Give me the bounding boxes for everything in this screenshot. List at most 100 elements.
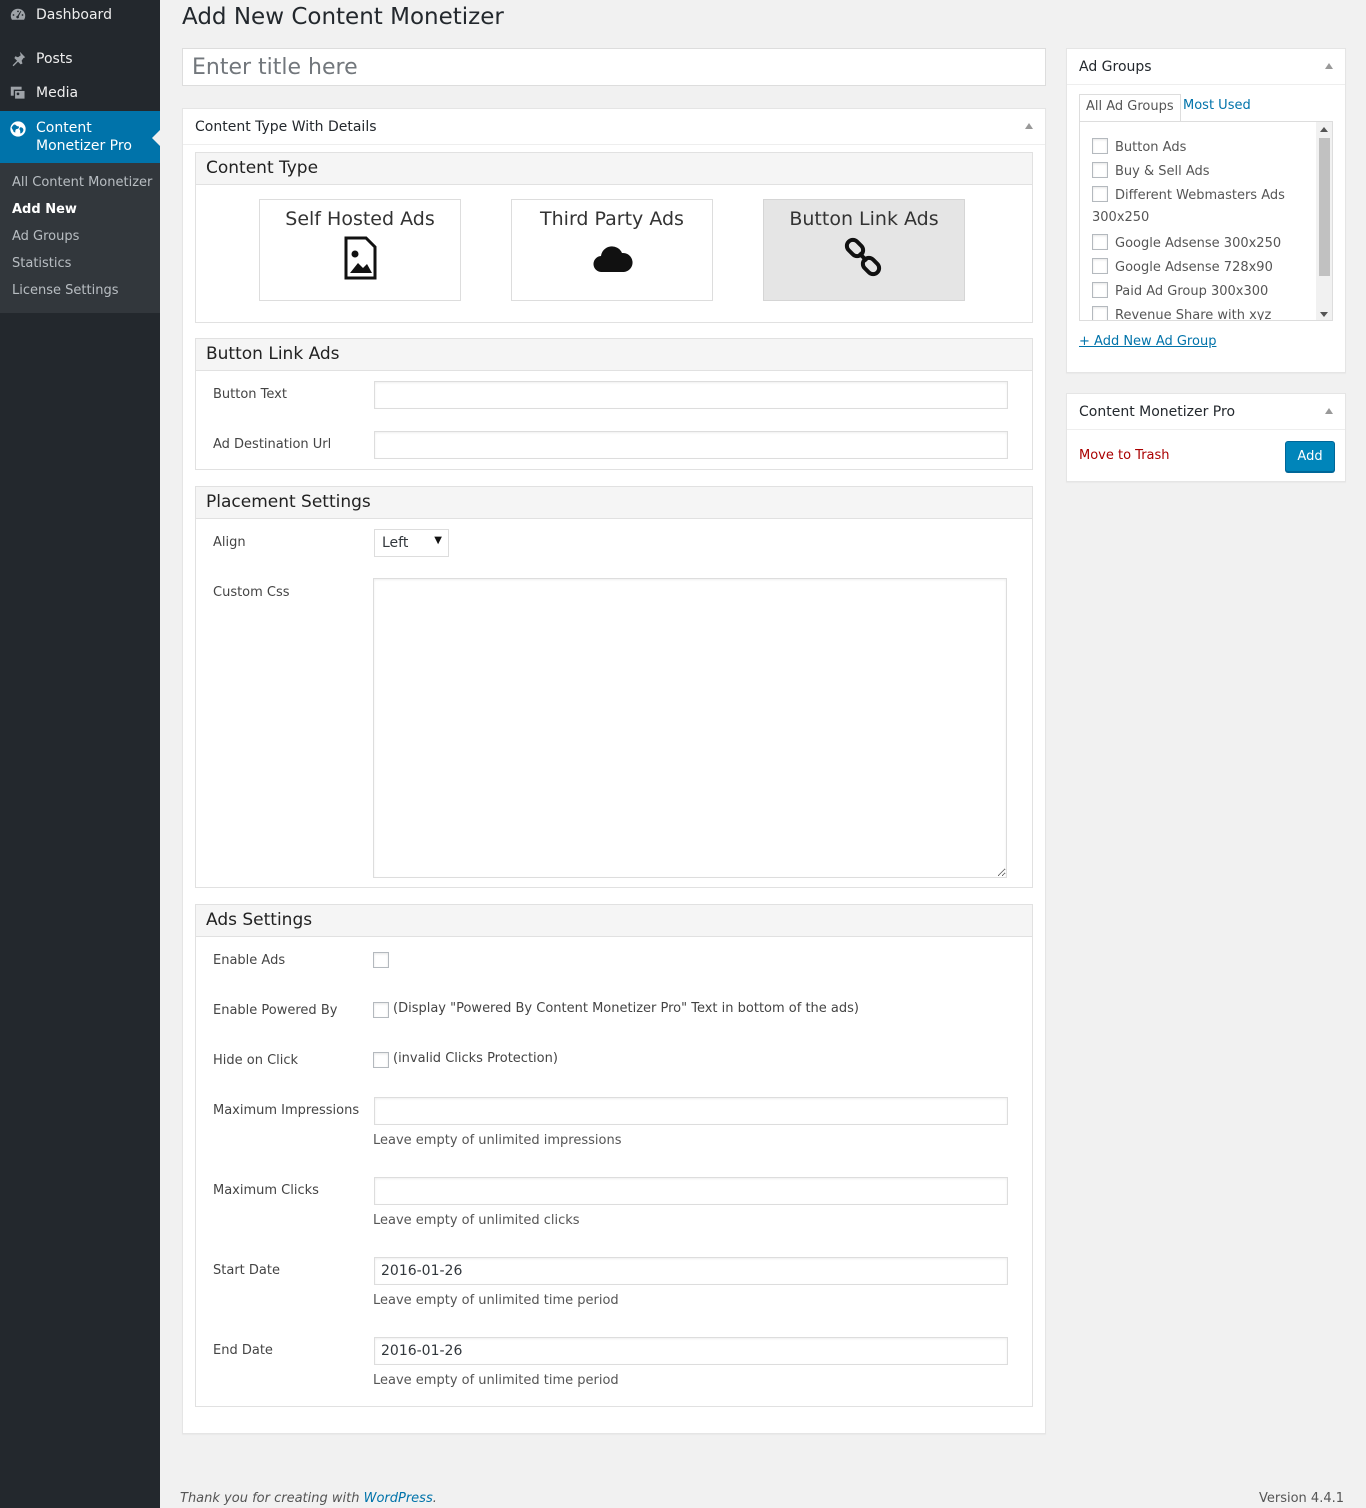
footer-version: Version 4.4.1 [1258, 1491, 1344, 1506]
end-date-label: End Date [213, 1343, 273, 1358]
enable-ads-checkbox[interactable] [373, 952, 389, 968]
menu-item-dashboard[interactable]: Dashboard [0, 0, 160, 32]
postbox-header[interactable]: Content Type With Details [183, 109, 1045, 145]
start-date-input[interactable] [374, 1257, 1008, 1285]
ad-group-checkbox[interactable] [1092, 186, 1108, 202]
ad-group-item[interactable]: Paid Ad Group 300x300 [1092, 282, 1268, 299]
wordpress-link[interactable]: WordPress [364, 1491, 433, 1506]
hide-on-click-label: Hide on Click [213, 1053, 299, 1068]
collapse-toggle-icon[interactable] [1325, 63, 1333, 69]
content-type-label: Self Hosted Ads [285, 208, 435, 230]
align-label: Align [213, 535, 246, 550]
submenu-item-ad-groups[interactable]: Ad Groups [0, 225, 160, 252]
end-date-input[interactable] [374, 1337, 1008, 1365]
menu-label: Posts [36, 51, 73, 67]
menu-label: Content Monetizer Pro [36, 120, 132, 154]
ad-group-label: Paid Ad Group 300x300 [1115, 284, 1269, 299]
postbox-header[interactable]: Content Monetizer Pro [1067, 394, 1345, 430]
ad-group-label: Google Adsense 728x90 [1115, 260, 1273, 275]
scroll-down-icon[interactable] [1320, 312, 1328, 317]
ad-group-checkbox[interactable] [1092, 282, 1108, 298]
ad-group-checkbox[interactable] [1092, 162, 1108, 178]
ad-group-item[interactable]: Different Webmasters Ads [1092, 186, 1285, 203]
menu-item-media[interactable]: Media [0, 76, 160, 110]
max-clicks-input[interactable] [374, 1177, 1008, 1205]
submenu-item-add-new[interactable]: Add New [0, 198, 160, 225]
max-clicks-label: Maximum Clicks [213, 1183, 319, 1198]
section-heading: Button Link Ads [196, 339, 1032, 371]
cloud-icon [593, 246, 633, 273]
enable-ads-label: Enable Ads [213, 953, 286, 968]
submenu-item-statistics[interactable]: Statistics [0, 252, 160, 279]
scroll-thumb[interactable] [1319, 138, 1330, 276]
content-type-section: Content Type Self Hosted Ads Third Party… [195, 152, 1033, 323]
content-type-postbox: Content Type With Details Content Type S… [182, 108, 1046, 1434]
title-input[interactable] [182, 48, 1046, 86]
ad-group-item[interactable]: Google Adsense 300x250 [1092, 234, 1281, 251]
destination-url-input[interactable] [374, 431, 1008, 459]
enable-powered-checkbox[interactable] [373, 1002, 389, 1018]
submenu: All Content Monetizer Add New Ad Groups … [0, 163, 160, 313]
button-link-ads-section: Button Link Ads Button Text Ad Destinati… [195, 338, 1033, 470]
section-heading: Ads Settings [196, 905, 1032, 937]
pin-icon [8, 49, 28, 69]
add-new-ad-group-link[interactable]: + Add New Ad Group [1079, 334, 1216, 349]
collapse-toggle-icon[interactable] [1325, 408, 1333, 414]
add-button[interactable]: Add [1285, 441, 1335, 472]
content-type-label: Third Party Ads [540, 208, 684, 230]
ad-group-checkbox[interactable] [1092, 258, 1108, 274]
max-impressions-input[interactable] [374, 1097, 1008, 1125]
menu-label: Dashboard [36, 7, 112, 23]
menu-item-posts[interactable]: Posts [0, 42, 160, 76]
postbox-header[interactable]: Ad Groups [1067, 49, 1345, 85]
collapse-toggle-icon[interactable] [1025, 123, 1033, 129]
hide-on-click-checkbox[interactable] [373, 1052, 389, 1068]
move-to-trash-link[interactable]: Move to Trash [1079, 448, 1170, 463]
content-type-third-party[interactable]: Third Party Ads [511, 199, 713, 301]
submenu-item-license[interactable]: License Settings [0, 279, 160, 306]
ad-group-label: Buy & Sell Ads [1115, 164, 1210, 179]
menu-item-content-monetizer[interactable]: Content Monetizer Pro [0, 111, 160, 163]
button-text-label: Button Text [213, 387, 287, 402]
list-scrollbar[interactable] [1316, 122, 1332, 320]
tab-all-ad-groups[interactable]: All Ad Groups [1079, 94, 1181, 122]
custom-css-label: Custom Css [213, 585, 290, 600]
link-icon [844, 237, 882, 277]
image-file-icon [344, 236, 377, 280]
page-title: Add New Content Monetizer [182, 4, 504, 30]
ad-group-item[interactable]: Buy & Sell Ads [1092, 162, 1210, 179]
dropdown-arrow-icon: ▼ [434, 535, 442, 546]
start-date-label: Start Date [213, 1263, 280, 1278]
media-icon [8, 83, 28, 103]
enable-powered-label: Enable Powered By [213, 1003, 338, 1018]
footer-thanks-suffix: . [432, 1491, 437, 1506]
start-date-hint: Leave empty of unlimited time period [373, 1293, 619, 1308]
ad-group-label: Revenue Share with xyz [1115, 308, 1272, 321]
ad-groups-postbox: Ad Groups All Ad Groups Most Used Button… [1066, 48, 1346, 373]
publish-postbox: Content Monetizer Pro Move to Trash Add [1066, 393, 1346, 482]
destination-url-label: Ad Destination Url [213, 437, 332, 452]
ad-group-checkbox[interactable] [1092, 138, 1108, 154]
content-type-self-hosted[interactable]: Self Hosted Ads [259, 199, 461, 301]
footer-thanks-text: Thank you for creating with [180, 1491, 360, 1506]
footer-thanks: Thank you for creating with WordPress. [180, 1491, 437, 1506]
ad-group-item[interactable]: Button Ads [1092, 138, 1186, 155]
tab-most-used[interactable]: Most Used [1177, 94, 1257, 122]
content-type-label: Button Link Ads [789, 208, 939, 230]
ad-group-checkbox[interactable] [1092, 306, 1108, 320]
ad-group-item[interactable]: Google Adsense 728x90 [1092, 258, 1273, 275]
ad-group-label: Google Adsense 300x250 [1115, 236, 1282, 251]
ad-group-checkbox[interactable] [1092, 234, 1108, 250]
menu-label: Media [36, 85, 79, 101]
submenu-item-all[interactable]: All Content Monetizer [0, 171, 160, 198]
enable-powered-description: (Display "Powered By Content Monetizer P… [393, 1001, 859, 1016]
button-text-input[interactable] [374, 381, 1008, 409]
ad-group-item[interactable]: Revenue Share with xyz [1092, 306, 1272, 321]
custom-css-textarea[interactable] [373, 578, 1007, 878]
scroll-up-icon[interactable] [1320, 127, 1328, 132]
postbox-title: Content Type With Details [195, 118, 377, 135]
align-select[interactable]: Left ▼ [374, 529, 449, 557]
content-type-button-link[interactable]: Button Link Ads [763, 199, 965, 301]
ads-settings-section: Ads Settings Enable Ads Enable Powered B… [195, 904, 1033, 1407]
ad-group-label: Different Webmasters Ads [1115, 188, 1285, 203]
